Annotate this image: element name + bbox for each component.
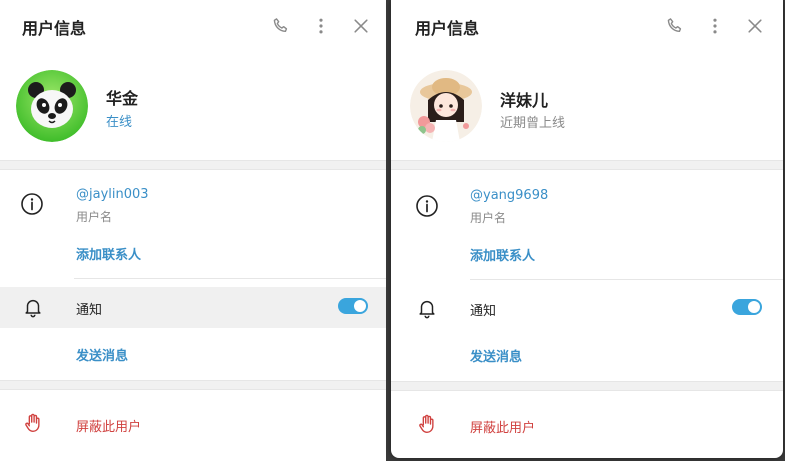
username-caption: 用户名 xyxy=(470,211,507,225)
bell-icon xyxy=(25,299,41,318)
send-message-button[interactable]: 发送消息 xyxy=(470,346,522,365)
more-options-button[interactable] xyxy=(309,14,333,38)
more-vertical-icon xyxy=(713,18,717,34)
divider xyxy=(74,278,386,279)
panel-header: 用户信息 xyxy=(0,0,386,52)
last-seen-status: 近期曾上线 xyxy=(500,116,566,131)
section-separator xyxy=(0,380,386,390)
username-value[interactable]: @yang9698 xyxy=(470,188,548,203)
close-button[interactable] xyxy=(349,14,373,38)
notifications-label: 通知 xyxy=(76,303,103,318)
toggle-knob xyxy=(748,301,760,313)
section-separator xyxy=(0,160,386,170)
phone-icon xyxy=(273,18,288,33)
close-icon xyxy=(748,19,762,33)
bell-icon xyxy=(419,300,435,319)
notifications-label: 通知 xyxy=(470,304,497,319)
toggle-knob xyxy=(354,300,366,312)
section-separator xyxy=(391,160,783,170)
notifications-toggle[interactable] xyxy=(338,298,368,314)
anime-girl-avatar-icon xyxy=(410,70,482,142)
profile-name: 洋妹儿 xyxy=(500,91,549,110)
close-icon xyxy=(354,19,368,33)
close-button[interactable] xyxy=(743,14,767,38)
hand-stop-icon xyxy=(25,413,40,432)
more-vertical-icon xyxy=(319,18,323,34)
section-separator xyxy=(391,381,783,391)
panel-title: 用户信息 xyxy=(415,19,480,38)
notifications-row[interactable]: 通知 xyxy=(391,288,783,329)
info-icon xyxy=(416,195,438,217)
divider xyxy=(470,279,783,280)
panel-title: 用户信息 xyxy=(22,19,87,38)
avatar[interactable] xyxy=(16,70,88,142)
profile-name: 华金 xyxy=(106,89,139,108)
username-value[interactable]: @jaylin003 xyxy=(76,187,149,202)
hand-stop-icon xyxy=(419,414,434,433)
block-user-button[interactable]: 屏蔽此用户 xyxy=(76,416,141,435)
more-options-button[interactable] xyxy=(703,14,727,38)
notifications-row[interactable]: 通知 xyxy=(0,287,386,328)
username-caption: 用户名 xyxy=(76,210,113,224)
block-user-button[interactable]: 屏蔽此用户 xyxy=(470,417,535,436)
call-button[interactable] xyxy=(663,14,687,38)
phone-icon xyxy=(667,18,682,33)
online-status: 在线 xyxy=(106,115,133,130)
call-button[interactable] xyxy=(269,14,293,38)
add-contact-button[interactable]: 添加联系人 xyxy=(470,245,535,264)
panda-avatar-icon xyxy=(16,70,88,142)
panel-header: 用户信息 xyxy=(391,0,783,52)
user-info-panel-left: 用户信息 华金 在线 @jaylin003 用户名 添加联系人 通知 发送消息 … xyxy=(0,0,386,461)
notifications-toggle[interactable] xyxy=(732,299,762,315)
info-icon xyxy=(21,193,43,215)
avatar[interactable] xyxy=(410,70,482,142)
send-message-button[interactable]: 发送消息 xyxy=(76,345,128,364)
add-contact-button[interactable]: 添加联系人 xyxy=(76,244,141,263)
user-info-panel-right: 用户信息 洋妹儿 近期曾上线 @yang9698 用户名 添加联系人 通知 发送… xyxy=(391,0,783,458)
